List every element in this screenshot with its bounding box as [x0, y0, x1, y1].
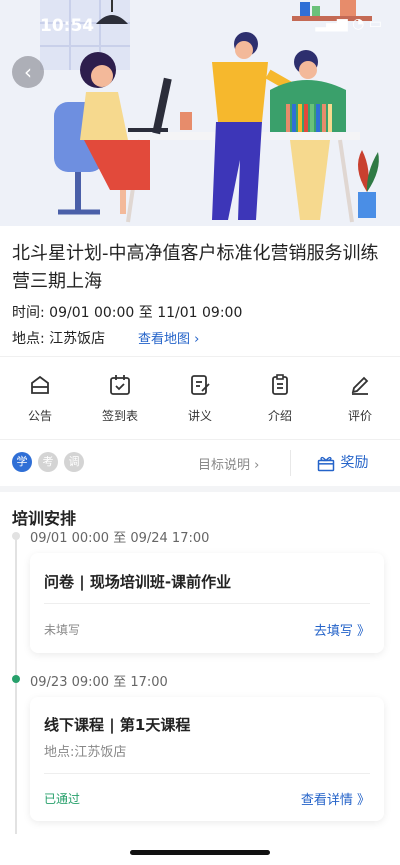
tag-exam[interactable]: 考: [38, 452, 58, 472]
back-button[interactable]: ‹: [12, 56, 44, 88]
action-label: 评价: [347, 409, 372, 423]
action-label: 讲义: [187, 409, 212, 423]
tag-survey[interactable]: 调: [64, 452, 84, 472]
pencil-icon: [351, 376, 369, 395]
card-title: 问卷 | 现场培训班-课前作业: [44, 573, 232, 591]
reward-label: 奖励: [340, 455, 369, 471]
hero-banner: 10:54 ▂▄▆ ◔ ▭ ‹: [0, 0, 400, 226]
timeline-dot-active: [12, 675, 20, 683]
tag-study[interactable]: 学: [12, 452, 32, 472]
event-time: 时间: 09/01 00:00 至 11/01 09:00: [12, 305, 243, 321]
fill-in-button[interactable]: 去填写 》: [314, 620, 370, 639]
gift-icon: [317, 456, 335, 472]
card-status: 已通过: [44, 792, 81, 806]
announcement-icon: [31, 375, 49, 394]
action-announcement[interactable]: 公告: [10, 373, 70, 424]
card-divider: [44, 773, 370, 774]
chevron-left-icon: ‹: [24, 60, 32, 84]
event-title: 北斗星计划-中高净值客户标准化营销服务训练营三期上海: [12, 243, 379, 292]
schedule-time: 09/23 09:00 至 17:00: [30, 675, 168, 690]
schedule-time: 09/01 00:00 至 09/24 17:00: [30, 531, 210, 546]
clipboard-icon: [272, 374, 288, 395]
status-icons: ▂▄▆ ◔ ▭: [315, 16, 382, 32]
view-map-link[interactable]: 查看地图 ›: [138, 328, 199, 347]
home-indicator[interactable]: [130, 850, 270, 855]
card-status: 未填写: [44, 623, 81, 637]
handout-edit-icon: [191, 375, 210, 395]
timeline-dot: [12, 532, 20, 540]
action-review[interactable]: 评价: [330, 373, 390, 424]
tag-row: 学 考 调 目标说明 › 奖励: [0, 439, 400, 486]
schedule-card[interactable]: 问卷 | 现场培训班-课前作业 未填写 去填写 》: [30, 553, 384, 653]
action-signin-sheet[interactable]: 签到表: [90, 373, 150, 424]
reward-button[interactable]: 奖励: [316, 452, 368, 473]
status-time: 10:54: [40, 16, 95, 36]
action-grid: 公告 签到表 讲义 介绍 评价: [0, 356, 400, 439]
event-location: 地点: 江苏饭店: [12, 331, 106, 347]
card-divider: [44, 603, 370, 604]
event-info: 北斗星计划-中高净值客户标准化营销服务训练营三期上海 时间: 09/01 00:…: [0, 226, 400, 356]
goal-description-link[interactable]: 目标说明 ›: [198, 454, 259, 473]
card-title: 线下课程 | 第1天课程: [44, 716, 191, 734]
action-label: 公告: [27, 409, 52, 423]
timeline-line: [15, 534, 17, 834]
divider: [290, 450, 291, 476]
schedule-card[interactable]: 线下课程 | 第1天课程 地点:江苏饭店 已通过 查看详情 》: [30, 697, 384, 821]
action-intro[interactable]: 介绍: [250, 373, 310, 424]
action-handout[interactable]: 讲义: [170, 373, 230, 424]
card-location: 地点:江苏饭店: [44, 745, 127, 760]
schedule-heading: 培训安排: [12, 509, 77, 528]
action-label: 介绍: [267, 409, 292, 423]
view-details-button[interactable]: 查看详情 》: [301, 789, 370, 808]
action-label: 签到表: [101, 409, 138, 423]
calendar-check-icon: [110, 375, 130, 395]
